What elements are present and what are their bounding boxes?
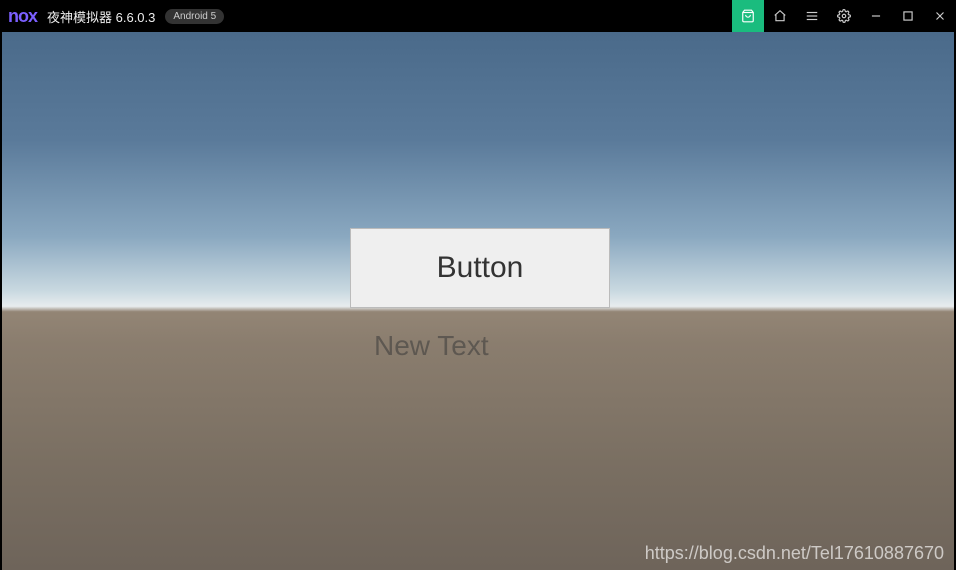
titlebar-controls: [732, 0, 956, 32]
window-title: 夜神模拟器 6.6.0.3: [47, 7, 155, 26]
settings-icon[interactable]: [828, 0, 860, 32]
nox-logo: nox: [8, 6, 37, 27]
menu-icon[interactable]: [796, 0, 828, 32]
close-icon[interactable]: [924, 0, 956, 32]
maximize-icon[interactable]: [892, 0, 924, 32]
minimize-icon[interactable]: [860, 0, 892, 32]
watermark: https://blog.csdn.net/Tel17610887670: [645, 543, 944, 564]
unity-text-label: New Text: [374, 330, 489, 362]
unity-button[interactable]: Button: [350, 228, 610, 308]
store-icon[interactable]: [732, 0, 764, 32]
emulator-viewport: Button New Text https://blog.csdn.net/Te…: [2, 32, 954, 570]
home-icon[interactable]: [764, 0, 796, 32]
window-titlebar: nox 夜神模拟器 6.6.0.3 Android 5: [0, 0, 956, 32]
android-badge: Android 5: [165, 9, 224, 24]
